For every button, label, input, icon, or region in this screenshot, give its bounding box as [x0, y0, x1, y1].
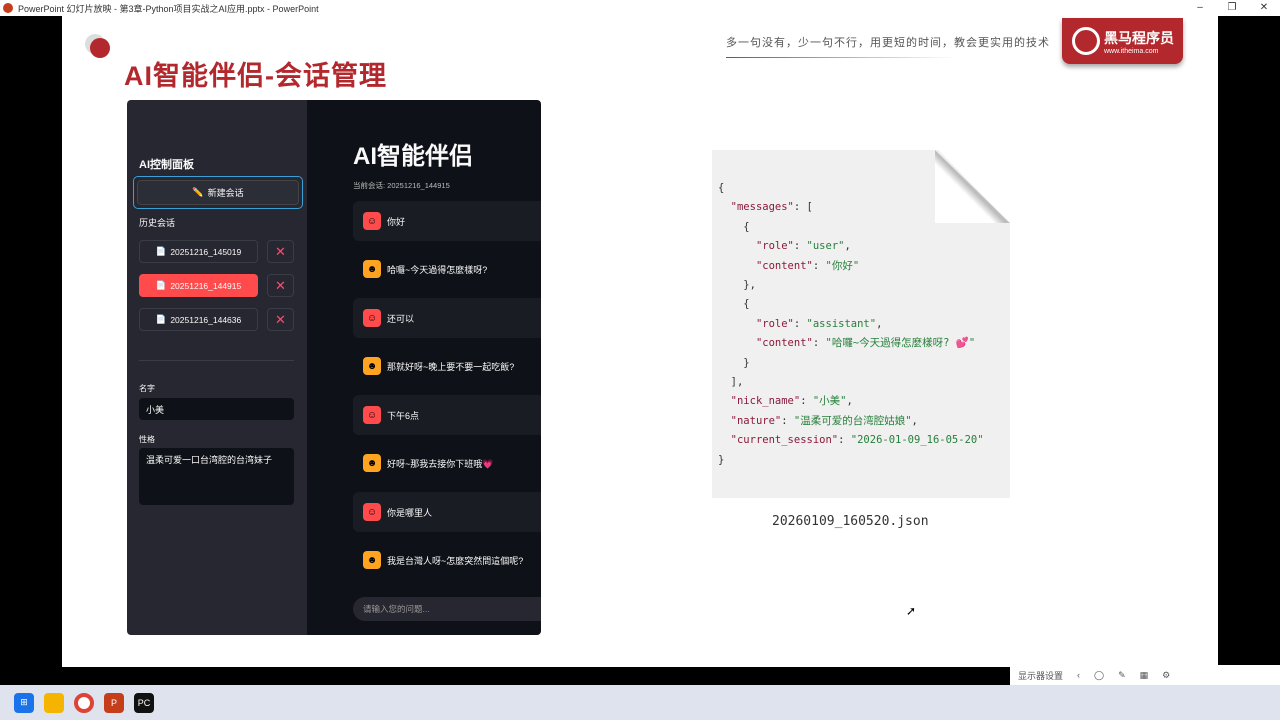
- json-line: "content": "哈囉~今天過得怎麼樣呀? 💕": [755, 337, 976, 350]
- app-title: AI智能伴侣: [353, 143, 473, 170]
- window-title: PowerPoint 幻灯片放映 - 第3章-Python项目实战之AI应用.p…: [18, 3, 319, 14]
- new-chat-label: 新建会话: [207, 188, 244, 198]
- bot-avatar-icon: ☻: [363, 357, 381, 375]
- message-text: 好呀~那我去接你下班哦💗: [387, 458, 494, 469]
- document-icon: 📄: [155, 280, 167, 290]
- sidebar-heading: AI控制面板: [139, 159, 194, 171]
- user-avatar-icon: ☺: [363, 503, 381, 521]
- window-titlebar: PowerPoint 幻灯片放映 - 第3章-Python项目实战之AI应用.p…: [0, 0, 1280, 16]
- minimize-button[interactable]: –: [1184, 0, 1216, 16]
- delete-session-button[interactable]: ✕: [267, 240, 294, 263]
- bot-avatar-icon: ☻: [363, 260, 381, 278]
- windows-start-icon[interactable]: ⊞: [14, 692, 34, 713]
- current-session: 当前会话: 20251216_144915: [353, 181, 450, 190]
- pycharm-icon[interactable]: PC: [134, 692, 154, 713]
- previous-icon[interactable]: ‹: [1077, 670, 1080, 680]
- chat-message-user: ☺ 下午6点: [353, 395, 541, 435]
- chat-message-assistant: ☻ 我是台灣人呀~怎麼突然問這個呢?: [353, 540, 541, 580]
- pen-icon[interactable]: ✎: [1118, 670, 1126, 681]
- message-text: 你是哪里人: [387, 507, 433, 518]
- message-text: 下午6点: [387, 410, 420, 421]
- delete-session-button[interactable]: ✕: [267, 308, 294, 331]
- chat-message-assistant: ☻ 好呀~那我去接你下班哦💗: [353, 443, 541, 483]
- message-text: 还可以: [387, 313, 415, 324]
- delete-session-button[interactable]: ✕: [267, 274, 294, 297]
- session-name: 20251216_144636: [170, 314, 242, 325]
- message-text: 我是台灣人呀~怎麼突然問這個呢?: [387, 555, 524, 566]
- powerpoint-taskbar-icon[interactable]: P: [104, 692, 124, 713]
- chat-main: AI智能伴侣 当前会话: 20251216_144915 ☺ 你好 ☻ 哈囉~今天過…: [307, 100, 541, 635]
- chat-message-assistant: ☻ 那就好呀~晚上要不要一起吃飯?: [353, 346, 541, 386]
- name-input[interactable]: 小美: [139, 398, 294, 420]
- name-label: 名字: [139, 384, 155, 393]
- chat-message-user: ☺ 你好: [353, 201, 541, 241]
- json-line: {: [718, 182, 725, 194]
- grid-icon[interactable]: ▦: [1140, 670, 1149, 681]
- restore-button[interactable]: ❐: [1216, 0, 1248, 16]
- brand-url: www.itheima.com: [1104, 47, 1159, 55]
- app-screenshot: AI控制面板 ✏️ 新建会话 历史会话 📄 20251216_145019 ✕ 📄 2…: [127, 100, 541, 635]
- taskbar: ⊞ P PC: [0, 685, 1280, 720]
- horse-logo-icon: [1072, 27, 1100, 55]
- json-line: }: [718, 356, 750, 369]
- session-name: 20251216_144915: [170, 280, 242, 291]
- chat-message-assistant: ☻ 哈囉~今天過得怎麼樣呀?: [353, 249, 541, 289]
- brand-logo: 黑马程序员 www.itheima.com: [1062, 18, 1183, 64]
- json-line: ],: [718, 376, 744, 389]
- file-explorer-icon[interactable]: [44, 692, 64, 713]
- divider: [139, 360, 294, 361]
- user-avatar-icon: ☺: [363, 309, 381, 327]
- user-avatar-icon: ☺: [363, 212, 381, 230]
- session-item[interactable]: 📄 20251216_145019: [139, 240, 258, 263]
- message-text: 你好: [387, 216, 406, 227]
- json-line: {: [718, 298, 750, 311]
- history-label: 历史会话: [139, 218, 176, 228]
- json-line: "role": "assistant",: [755, 317, 883, 330]
- json-line: }: [718, 453, 725, 466]
- message-text: 那就好呀~晚上要不要一起吃飯?: [387, 361, 515, 372]
- chat-message-user: ☺ 还可以: [353, 298, 541, 338]
- message-text: 哈囉~今天過得怎麼樣呀?: [387, 264, 488, 275]
- json-line: "role": "user",: [755, 240, 851, 253]
- chrome-icon[interactable]: [74, 692, 94, 713]
- json-line: "current_session": "2026-01-09_16-05-20": [730, 434, 984, 447]
- mouse-cursor-icon: ➚: [906, 604, 917, 618]
- bot-avatar-icon: ☻: [363, 551, 381, 569]
- json-line: },: [718, 279, 756, 292]
- json-line: {: [718, 220, 750, 233]
- slide: AI智能伴侣-会话管理 多一句没有，少一句不行，用更短的时间，教会更实用的技术 …: [62, 16, 1218, 667]
- json-line: "nick_name": "小美",: [730, 395, 853, 408]
- json-line: "content": "你好": [755, 259, 860, 272]
- nature-label: 性格: [139, 435, 155, 444]
- slideshow-toolbar: 显示器设置 ‹ ◯ ✎ ▦ ⚙: [1010, 665, 1280, 685]
- user-avatar-icon: ☺: [363, 406, 381, 424]
- document-icon: 📄: [155, 314, 167, 324]
- decorative-dot: [90, 38, 110, 58]
- chat-input[interactable]: 请输入您的问题...: [353, 597, 541, 621]
- new-chat-button[interactable]: ✏️ 新建会话: [133, 176, 303, 209]
- settings-icon[interactable]: ⚙: [1162, 670, 1170, 681]
- pencil-icon: ✏️: [192, 187, 204, 197]
- close-button[interactable]: ✕: [1248, 0, 1280, 16]
- json-filename: 20260109_160520.json: [772, 514, 929, 529]
- chat-message-user: ☺ 你是哪里人: [353, 492, 541, 532]
- session-item[interactable]: 📄 20251216_144636: [139, 308, 258, 331]
- slide-motto: 多一句没有，少一句不行，用更短的时间，教会更实用的技术: [726, 34, 1050, 58]
- session-item-active[interactable]: 📄 20251216_144915: [139, 274, 258, 297]
- display-settings-button[interactable]: 显示器设置: [1018, 669, 1063, 682]
- session-name: 20251216_145019: [170, 246, 242, 257]
- sidebar: AI控制面板 ✏️ 新建会话 历史会话 📄 20251216_145019 ✕ 📄 2…: [127, 100, 307, 635]
- bot-avatar-icon: ☻: [363, 454, 381, 472]
- slide-title: AI智能伴侣-会话管理: [124, 61, 387, 91]
- powerpoint-icon: [3, 3, 13, 13]
- document-icon: 📄: [155, 246, 167, 256]
- zoom-icon[interactable]: ◯: [1094, 670, 1104, 681]
- json-line: "messages": [: [730, 201, 813, 214]
- json-code: { "messages": [ { "role": "user", "conte…: [718, 179, 984, 470]
- nature-textarea[interactable]: 温柔可爱一口台湾腔的台湾妹子: [139, 448, 294, 505]
- brand-name: 黑马程序员: [1104, 29, 1174, 46]
- json-line: "nature": "温柔可爱的台湾腔姑娘",: [730, 414, 918, 427]
